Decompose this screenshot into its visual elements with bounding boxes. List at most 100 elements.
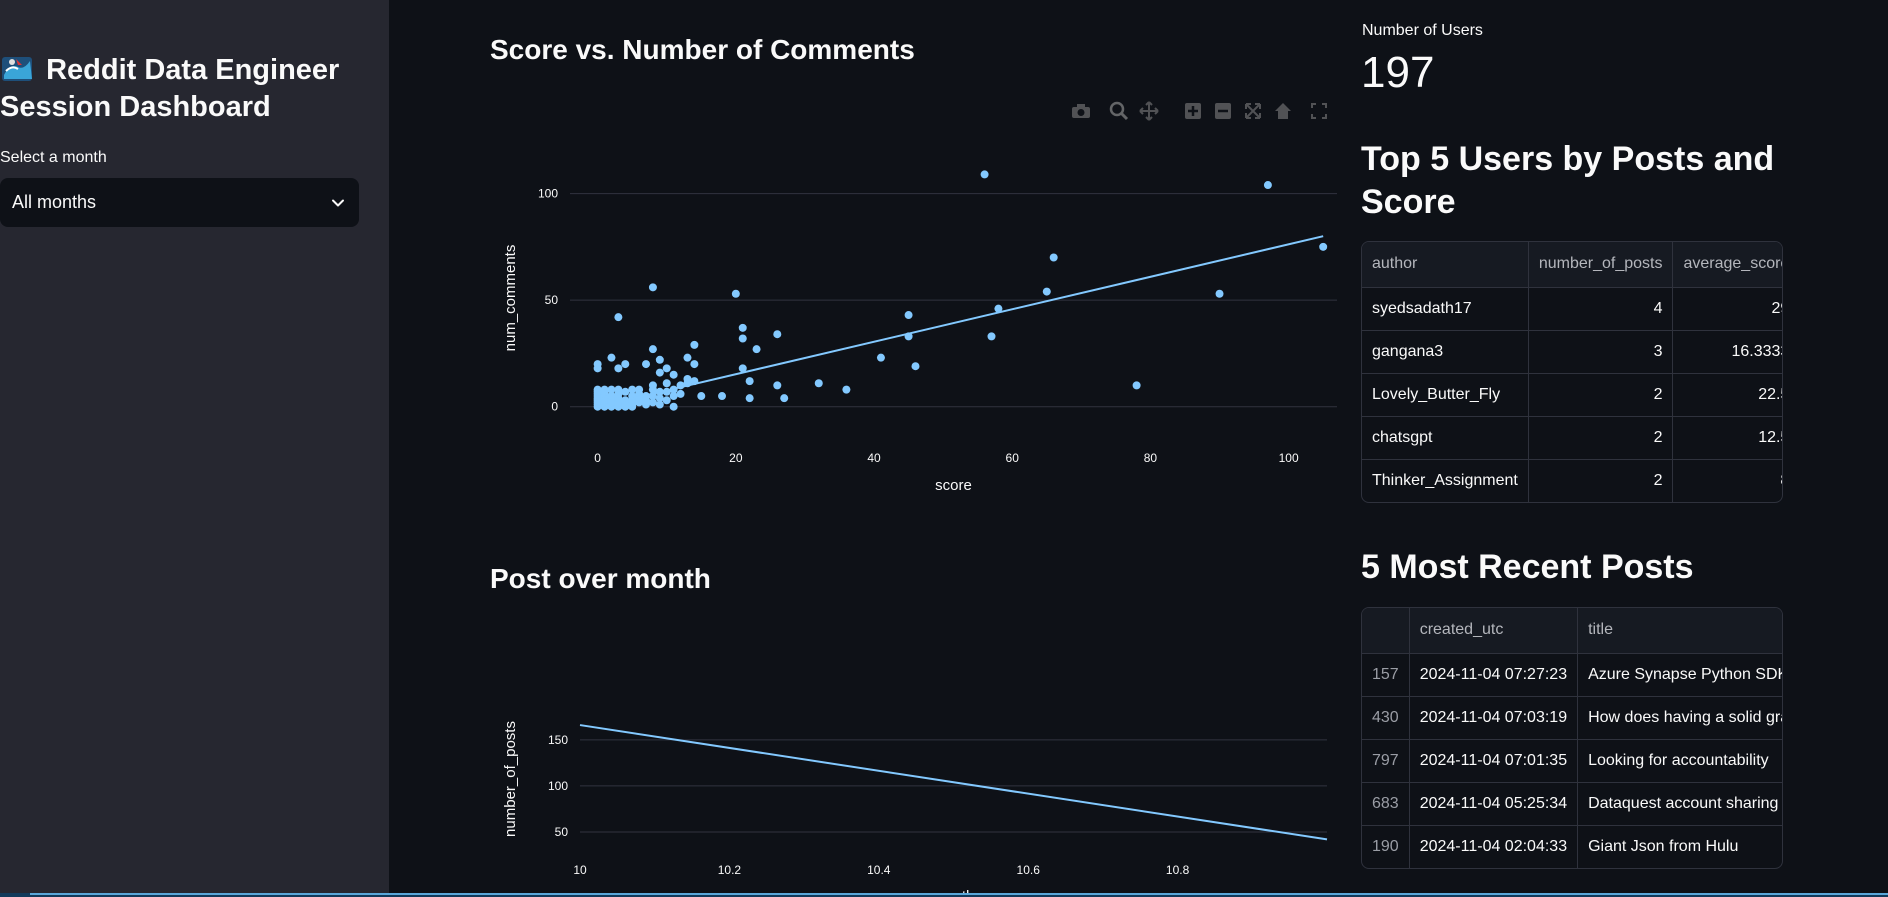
autoscale-icon[interactable] xyxy=(1242,100,1264,122)
camera-icon[interactable] xyxy=(1070,100,1092,122)
table-row: syedsadath17 4 29 xyxy=(1362,287,1782,331)
table-row: Lovely_Butter_Fly 2 22.5 xyxy=(1362,373,1782,417)
table-cell[interactable]: 29 xyxy=(1672,287,1782,331)
table-cell[interactable]: Looking for accountability xyxy=(1577,739,1782,783)
table-cell[interactable]: 2 xyxy=(1528,459,1674,502)
table-cell[interactable]: 2 xyxy=(1528,373,1674,417)
scatter-point xyxy=(648,345,657,354)
scatter-point xyxy=(738,334,747,343)
scatter-point xyxy=(669,370,678,379)
table-cell[interactable]: Thinker_Assignment xyxy=(1362,459,1529,502)
sidebar: Reddit Data Engineer Session Dashboard S… xyxy=(0,0,389,897)
fullscreen-icon[interactable] xyxy=(1308,100,1330,122)
table-row: Thinker_Assignment 2 8 xyxy=(1362,459,1782,502)
table-row: chatsgpt 2 12.5 xyxy=(1362,416,1782,460)
recent-posts-table[interactable]: created_utc title 157 2024-11-04 07:27:2… xyxy=(1361,607,1783,869)
table-cell[interactable]: Lovely_Butter_Fly xyxy=(1362,373,1529,417)
table-cell[interactable]: 2024-11-04 02:04:33 xyxy=(1409,825,1579,868)
table-cell[interactable]: Giant Json from Hulu xyxy=(1578,825,1782,868)
scatter-chart-title: Score vs. Number of Comments xyxy=(490,34,915,65)
scatter-point xyxy=(980,170,989,179)
table-cell[interactable]: 8 xyxy=(1673,459,1782,502)
y-tick-label: 150 xyxy=(548,733,568,747)
scatter-point xyxy=(648,381,657,390)
metric-value: 197 xyxy=(1361,48,1435,97)
scatter-chart[interactable]: 0 50 100 0 20 40 60 80 100 score num_comments xyxy=(480,140,1340,500)
row-index[interactable]: 797 xyxy=(1362,739,1410,783)
table-cell[interactable]: 2024-11-04 05:25:34 xyxy=(1409,782,1579,826)
table-cell[interactable]: gangana3 xyxy=(1362,330,1529,374)
x-tick-label: 10.6 xyxy=(1017,863,1041,877)
month-select-label: Select a month xyxy=(0,149,107,166)
y-tick-label: 100 xyxy=(548,779,568,793)
scatter-point xyxy=(683,353,692,362)
bottom-status-bar xyxy=(0,893,1888,897)
table-cell[interactable]: syedsadath17 xyxy=(1362,287,1529,331)
scatter-point xyxy=(593,360,602,369)
scatter-point xyxy=(614,313,623,322)
sidebar-title: Reddit Data Engineer Session Dashboard xyxy=(0,52,389,126)
scatter-point xyxy=(745,377,754,386)
column-header[interactable]: created_utc xyxy=(1409,608,1579,654)
y-tick-label: 50 xyxy=(555,825,569,839)
x-tick-label: 60 xyxy=(1006,451,1020,465)
pan-icon[interactable] xyxy=(1138,100,1160,122)
y-axis-label: number_of_posts xyxy=(502,721,519,837)
row-index[interactable]: 157 xyxy=(1362,653,1410,697)
row-index[interactable]: 190 xyxy=(1362,825,1410,868)
series-line xyxy=(579,724,1328,841)
table-cell[interactable]: 4 xyxy=(1528,287,1674,331)
table-cell[interactable]: 16.3333 xyxy=(1672,330,1782,374)
scatter-point xyxy=(697,392,706,401)
trendline xyxy=(597,235,1324,408)
x-tick-label: 80 xyxy=(1144,451,1158,465)
month-select-value: All months xyxy=(12,192,97,212)
home-icon[interactable] xyxy=(1272,100,1294,122)
table-cell[interactable]: 2024-11-04 07:01:35 xyxy=(1409,739,1579,783)
scatter-point xyxy=(593,385,602,394)
zoom-icon[interactable] xyxy=(1108,100,1130,122)
scatter-point xyxy=(628,385,637,394)
table-cell[interactable]: How does having a solid grasp xyxy=(1577,696,1782,740)
table-cell[interactable]: 3 xyxy=(1528,330,1674,374)
x-tick-label: 40 xyxy=(867,451,881,465)
column-header[interactable]: average_score xyxy=(1672,242,1782,288)
scatter-point xyxy=(814,379,823,388)
table-cell[interactable]: 2 xyxy=(1528,416,1674,460)
column-header[interactable]: title xyxy=(1577,608,1782,654)
scatter-point xyxy=(635,385,644,394)
scatter-point xyxy=(842,385,851,394)
scatter-point xyxy=(614,364,623,373)
scatter-point xyxy=(1049,253,1058,262)
month-select[interactable]: All months xyxy=(0,178,359,227)
x-tick-label: 10 xyxy=(573,863,587,877)
scatter-point xyxy=(690,340,699,349)
x-tick-label: 10.8 xyxy=(1166,863,1190,877)
table-cell[interactable]: Dataquest account sharing xyxy=(1577,782,1782,826)
scatter-point xyxy=(904,311,913,320)
table-header-row: created_utc title xyxy=(1362,608,1782,654)
line-chart[interactable]: 501001501010.210.410.610.8monthnumber_of… xyxy=(480,604,1340,894)
table-cell[interactable]: Azure Synapse Python SDK xyxy=(1577,653,1782,697)
zoom-out-icon[interactable] xyxy=(1212,100,1234,122)
column-header[interactable] xyxy=(1362,608,1410,654)
x-axis-label: score xyxy=(935,477,972,494)
table-row: 157 2024-11-04 07:27:23 Azure Synapse Py… xyxy=(1362,653,1782,697)
scatter-point xyxy=(607,353,616,362)
zoom-in-icon[interactable] xyxy=(1182,100,1204,122)
table-cell[interactable]: 22.5 xyxy=(1672,373,1782,417)
column-header[interactable]: author xyxy=(1362,242,1529,288)
top-users-heading-line2: Score xyxy=(1361,183,1456,221)
x-tick-label: 10.4 xyxy=(867,863,891,877)
row-index[interactable]: 430 xyxy=(1362,696,1410,740)
scatter-point xyxy=(655,368,664,377)
row-index[interactable]: 683 xyxy=(1362,782,1410,826)
column-header[interactable]: number_of_posts xyxy=(1528,242,1674,288)
top-users-table[interactable]: author number_of_posts average_score sye… xyxy=(1361,241,1783,503)
top-users-heading-line1: Top 5 Users by Posts and xyxy=(1361,140,1775,178)
scatter-point xyxy=(731,289,740,298)
table-cell[interactable]: 2024-11-04 07:27:23 xyxy=(1409,653,1579,697)
table-cell[interactable]: chatsgpt xyxy=(1362,416,1529,460)
table-cell[interactable]: 12.5 xyxy=(1672,416,1782,460)
table-cell[interactable]: 2024-11-04 07:03:19 xyxy=(1409,696,1579,740)
